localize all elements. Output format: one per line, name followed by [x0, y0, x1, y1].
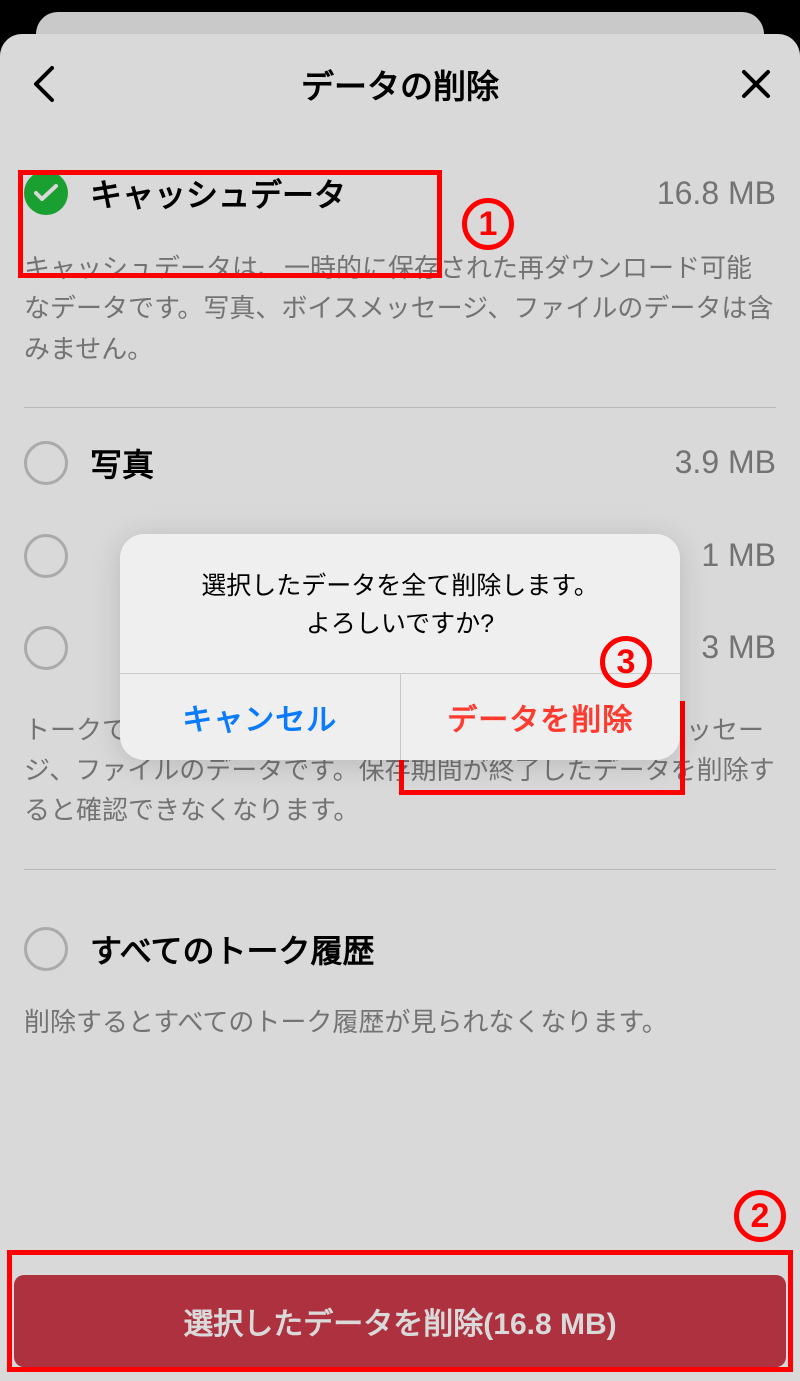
checkbox-unchecked[interactable]	[24, 441, 68, 485]
confirm-dialog: 選択したデータを全て削除します。 よろしいですか? キャンセル データを削除	[120, 534, 680, 760]
media-size-3: 3 MB	[701, 629, 776, 666]
checkbox-unchecked[interactable]	[24, 534, 68, 578]
chevron-left-icon	[33, 65, 55, 103]
header: データの削除	[0, 34, 800, 134]
talk-history-row[interactable]: すべてのトーク履歴	[24, 902, 776, 996]
photo-label: 写真	[90, 440, 154, 486]
checkbox-unchecked[interactable]	[24, 927, 68, 971]
checkbox-unchecked[interactable]	[24, 626, 68, 670]
cache-description: キャッシュデータは、一時的に保存された再ダウンロード可能なデータです。写真、ボイ…	[24, 240, 776, 399]
delete-button-label: 選択したデータを削除(16.8 MB)	[183, 1299, 616, 1343]
check-icon	[34, 184, 58, 202]
divider	[24, 869, 776, 870]
dialog-message: 選択したデータを全て削除します。 よろしいですか?	[120, 534, 680, 673]
delete-selected-button[interactable]: 選択したデータを削除(16.8 MB)	[14, 1275, 786, 1367]
divider	[24, 407, 776, 408]
close-icon	[740, 68, 772, 100]
cache-data-row[interactable]: キャッシュデータ 16.8 MB	[24, 146, 776, 240]
sheet-container: データの削除 キャッシュデータ 16.8 MB	[0, 34, 800, 1381]
photo-row[interactable]: 写真 3.9 MB	[24, 416, 776, 510]
page-title: データの削除	[301, 60, 499, 108]
cache-size: 16.8 MB	[657, 175, 776, 212]
close-button[interactable]	[736, 64, 776, 104]
dialog-cancel-button[interactable]: キャンセル	[120, 674, 401, 760]
checkbox-checked[interactable]	[24, 171, 68, 215]
dialog-confirm-button[interactable]: データを削除	[401, 674, 681, 760]
talk-history-label: すべてのトーク履歴	[90, 926, 374, 972]
cache-label: キャッシュデータ	[90, 170, 346, 216]
photo-size: 3.9 MB	[675, 444, 776, 481]
back-button[interactable]	[24, 64, 64, 104]
talk-history-description: 削除するとすべてのトーク履歴が見られなくなります。	[24, 996, 776, 1064]
media-size-2: 1 MB	[701, 537, 776, 574]
